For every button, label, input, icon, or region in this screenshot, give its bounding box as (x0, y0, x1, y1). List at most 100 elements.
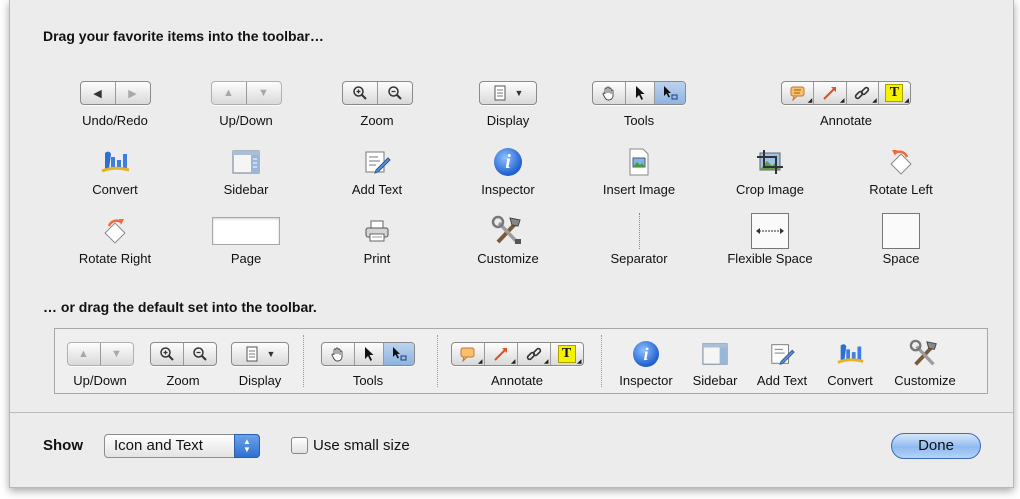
palette-item-space[interactable]: Space (836, 211, 966, 266)
palette-item-convert[interactable]: Convert (50, 142, 180, 197)
tools-control (592, 81, 686, 105)
palette-item-zoom[interactable]: Zoom (312, 73, 442, 128)
space-box (882, 213, 920, 249)
palette-item-rotate-left[interactable]: Rotate Left (836, 142, 966, 197)
default-item-annotate: ◢ ◢ ◢ T ◢ Annotate (447, 337, 587, 388)
annotate-label: Annotate (819, 113, 873, 128)
default-item-up-down: ▲ ▼ Up/Down (61, 337, 139, 388)
customize-label: Customize (477, 251, 539, 266)
inspector-label: Inspector (481, 182, 535, 197)
palette-item-page[interactable]: Page (181, 211, 311, 266)
separator-label: Separator (610, 251, 668, 266)
default-tools-control (321, 342, 415, 366)
zoom-in-icon (343, 82, 377, 104)
default-add-text-label: Add Text (756, 373, 808, 388)
default-down-icon: ▼ (99, 343, 133, 365)
palette-item-tools[interactable]: Tools (574, 73, 704, 128)
flexible-space-box (751, 213, 789, 249)
undo-redo-control: ◀ ▶ (79, 81, 151, 105)
palette-item-annotate[interactable]: ◢ ◢ ◢ T ◢ Annotate (781, 73, 911, 128)
annotate-control: ◢ ◢ ◢ T ◢ (781, 81, 911, 105)
default-set-heading: … or drag the default set into the toolb… (43, 299, 317, 315)
separator-line (638, 213, 640, 249)
palette-item-customize[interactable]: Customize (443, 211, 573, 266)
zoom-out-icon (376, 82, 412, 104)
page-field (212, 217, 280, 245)
crop-image-label: Crop Image (736, 182, 804, 197)
insert-image-label: Insert Image (602, 182, 676, 197)
popup-stepper-icon: ▲ ▼ (234, 434, 260, 458)
customize-tools-icon (491, 215, 521, 244)
palette-item-rotate-right[interactable]: Rotate Right (50, 211, 180, 266)
default-toolbar-set[interactable]: ▲ ▼ Up/Down Zoom ▼ Display Tools ◢ ◢ ◢ T… (54, 328, 988, 394)
show-label: Show (43, 437, 83, 454)
small-size-checkbox[interactable] (291, 437, 308, 454)
default-convert-icon (837, 344, 864, 364)
default-zoom-out-icon (182, 343, 216, 365)
rotate-left-icon (890, 150, 912, 175)
palette-item-display[interactable]: ▼ Display (443, 73, 573, 128)
palette-item-undo-redo[interactable]: ◀ ▶ Undo/Redo (50, 73, 180, 128)
default-item-display: ▼ Display (227, 337, 293, 388)
insert-image-icon (629, 148, 649, 176)
palette-item-crop-image[interactable]: Crop Image (705, 142, 835, 197)
palette-item-inspector[interactable]: i Inspector (443, 142, 573, 197)
default-note-icon: ◢ (452, 343, 484, 365)
rotate-right-icon (104, 219, 126, 244)
default-up-down-label: Up/Down (73, 373, 127, 388)
default-item-tools: Tools (313, 337, 423, 388)
small-size-label[interactable]: Use small size (313, 437, 410, 454)
convert-icon (101, 151, 130, 173)
space-label: Space (882, 251, 920, 266)
default-customize-label: Customize (894, 373, 956, 388)
default-sidebar-icon (702, 343, 728, 365)
default-item-sidebar: Sidebar (685, 337, 745, 388)
palette-item-add-text[interactable]: Add Text (312, 142, 442, 197)
default-link-annotation-icon: ◢ (516, 343, 550, 365)
show-popup[interactable]: Icon and Text ▲ ▼ (104, 434, 260, 458)
default-item-inspector: i Inspector (611, 337, 681, 388)
default-convert-label: Convert (827, 373, 873, 388)
palette-item-insert-image[interactable]: Insert Image (574, 142, 704, 197)
up-icon: ▲ (223, 87, 234, 99)
tools-label: Tools (623, 113, 655, 128)
default-item-convert: Convert (819, 337, 881, 388)
default-display-control: ▼ (231, 342, 289, 366)
up-down-control: ▲ ▼ (210, 81, 282, 105)
flexible-space-label: Flexible Space (727, 251, 813, 266)
redo-icon: ▶ (114, 82, 150, 104)
palette-item-separator[interactable]: Separator (574, 211, 704, 266)
display-control: ▼ (479, 81, 537, 105)
footer-divider (10, 412, 1013, 413)
text-annotation-icon: T ◢ (877, 82, 910, 104)
palette-item-print[interactable]: Print (312, 211, 442, 266)
done-button[interactable]: Done (891, 433, 981, 459)
crop-image-icon (757, 150, 783, 174)
convert-label: Convert (92, 182, 138, 197)
palette-item-flexible-space[interactable]: Flexible Space (705, 211, 835, 266)
page-label: Page (230, 251, 262, 266)
default-item-zoom: Zoom (143, 337, 223, 388)
zoom-label: Zoom (360, 113, 394, 128)
default-zoom-label: Zoom (166, 373, 200, 388)
palette-item-up-down[interactable]: ▲ ▼ Up/Down (181, 73, 311, 128)
default-text-select-icon (383, 343, 414, 365)
sidebar-icon (232, 150, 260, 174)
palette-item-sidebar[interactable]: Sidebar (181, 142, 311, 197)
default-info-icon: i (633, 341, 659, 367)
info-icon: i (494, 148, 522, 176)
display-icon: ▼ (480, 82, 536, 104)
default-item-add-text: Add Text (749, 337, 815, 388)
default-arrow-annotation-icon: ◢ (483, 343, 517, 365)
double-arrow-icon (756, 228, 784, 234)
default-annotate-control: ◢ ◢ ◢ T ◢ (450, 342, 584, 366)
undo-icon: ◀ (93, 87, 102, 100)
default-sidebar-label: Sidebar (692, 373, 738, 388)
default-hand-tool-icon (322, 343, 354, 365)
sidebar-label: Sidebar (223, 182, 269, 197)
default-tools-label: Tools (352, 373, 384, 388)
rotate-left-label: Rotate Left (869, 182, 933, 197)
default-up-down-control: ▲ ▼ (66, 342, 134, 366)
rotate-right-label: Rotate Right (78, 251, 152, 266)
hand-tool-icon (593, 82, 625, 104)
